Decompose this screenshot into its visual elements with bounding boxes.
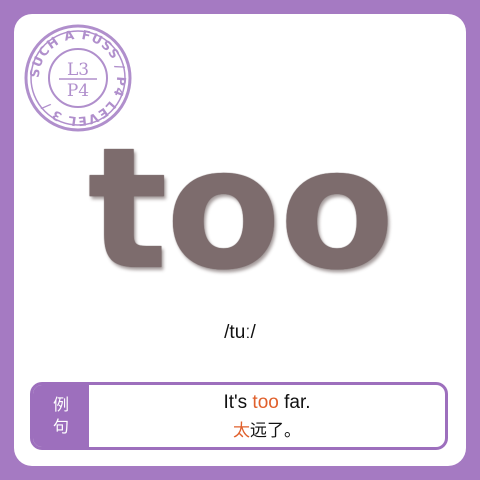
chinese-keyword: 太 [233, 420, 250, 441]
example-sentences: It's too far. 太远了。 [89, 385, 445, 447]
english-sentence-start: It's [223, 391, 253, 413]
headword: too [87, 111, 394, 307]
english-sentence: It's too far. [223, 392, 310, 414]
english-sentence-end: far. [278, 391, 311, 413]
phonetic-transcription: /tuː/ [224, 322, 256, 343]
stamp-level-text: L3 [67, 60, 89, 80]
example-label-line1: 例 [52, 395, 69, 414]
english-keyword: too [252, 391, 279, 413]
example-label: 例 句 [33, 385, 89, 447]
example-label-line2: 句 [52, 417, 69, 436]
flashcard: SUCH A FUSS / P4 LEVEL 3 / L3 P4 too /tu… [14, 14, 466, 466]
stamp-part-text: P4 [67, 81, 89, 101]
chinese-sentence-rest: 远了。 [250, 420, 301, 441]
example-sentence-box: 例 句 It's too far. 太远了。 [30, 382, 448, 450]
chinese-sentence: 太远了。 [233, 416, 301, 441]
